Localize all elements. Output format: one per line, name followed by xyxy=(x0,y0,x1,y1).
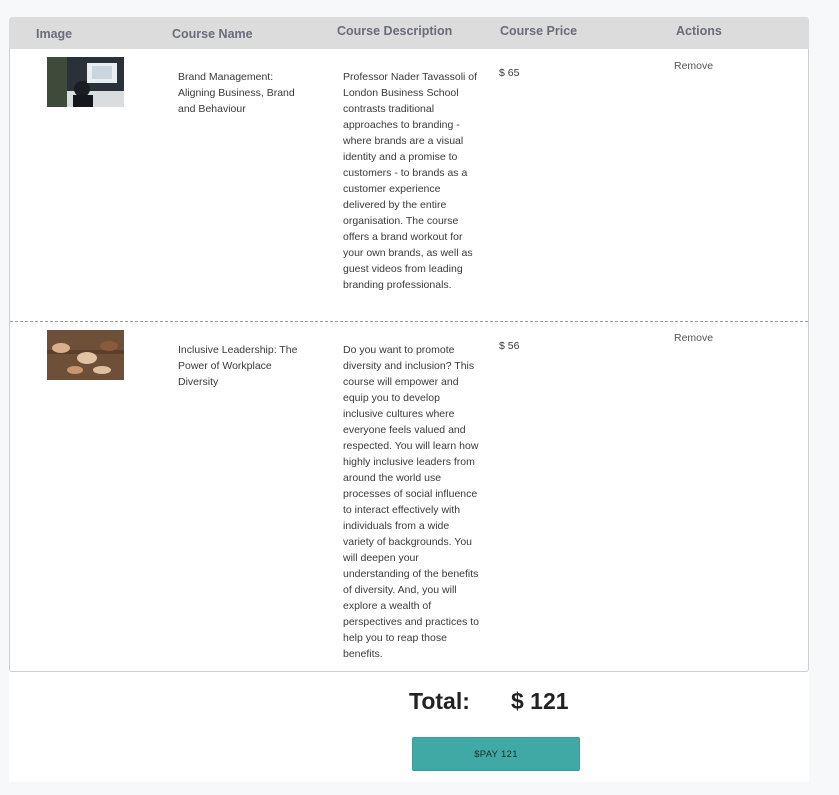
course-name: Brand Management: Aligning Business, Bra… xyxy=(178,71,295,115)
course-price: $ 65 xyxy=(499,67,520,79)
header-actions: Actions xyxy=(676,24,722,38)
pay-button[interactable]: $PAY 121 xyxy=(412,737,580,771)
course-name: Inclusive Leadership: The Power of Workp… xyxy=(178,344,298,388)
course-description: Do you want to promote diversity and inc… xyxy=(343,344,479,660)
cart-table: Brand Management: Aligning Business, Bra… xyxy=(9,49,809,672)
total-label: Total: xyxy=(409,688,470,714)
remove-button[interactable]: Remove xyxy=(674,332,713,344)
cart-panel: Image Course Name Course Description Cou… xyxy=(9,17,809,782)
course-thumbnail xyxy=(47,330,124,380)
table-row: Inclusive Leadership: The Power of Workp… xyxy=(10,322,808,671)
total-value: $ 121 xyxy=(511,688,569,714)
remove-button[interactable]: Remove xyxy=(674,60,713,72)
table-header: Image Course Name Course Description Cou… xyxy=(9,17,809,49)
course-price: $ 56 xyxy=(499,340,520,352)
course-thumbnail xyxy=(47,57,124,107)
header-course-description: Course Description xyxy=(337,24,453,38)
table-row: Brand Management: Aligning Business, Bra… xyxy=(10,49,808,322)
course-description: Professor Nader Tavassoli of London Busi… xyxy=(343,71,478,291)
header-course-price: Course Price xyxy=(500,24,578,38)
header-course-name: Course Name xyxy=(172,27,253,41)
header-image: Image xyxy=(36,27,73,41)
